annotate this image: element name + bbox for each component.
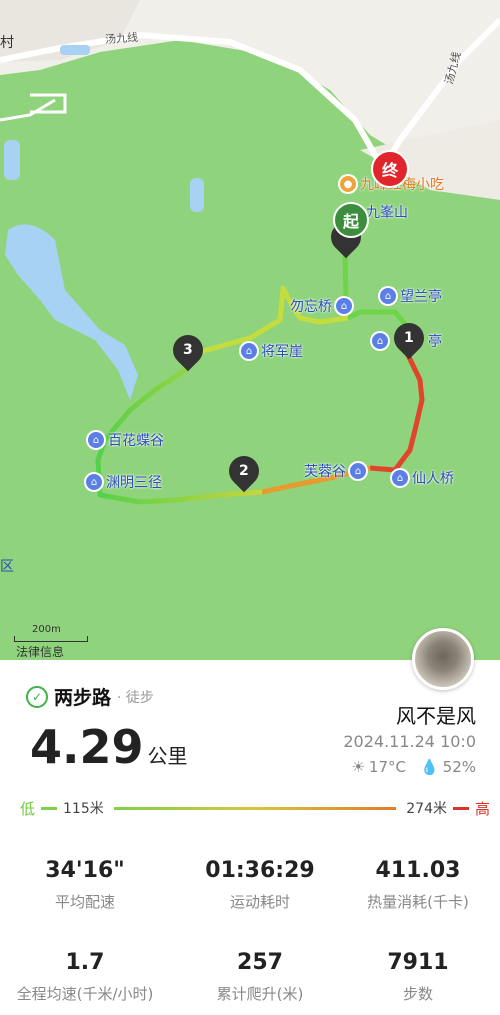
edge-label: 村 — [0, 35, 14, 51]
weather: ☀ 17°C 💧 52% — [351, 758, 476, 776]
user-avatar[interactable] — [412, 628, 474, 690]
humidity-icon: 💧 — [419, 758, 439, 776]
sun-icon: ☀ — [351, 758, 365, 776]
activity-type: · 徒步 — [117, 689, 154, 706]
username: 风不是风 — [396, 704, 476, 728]
stat-calories: 411.03 热量消耗(千卡) — [367, 858, 469, 911]
start-badge[interactable]: 起 — [333, 202, 369, 238]
scenic-icon: ⌂ — [350, 463, 366, 479]
scenic-icon: ⌂ — [380, 288, 396, 304]
scenic-icon: ⌂ — [86, 474, 102, 490]
brand: ✓ 两步路 · 徒步 — [26, 683, 154, 710]
elevation-legend: 低 115米 274米 高 — [20, 797, 490, 819]
elevation-max: 274米 — [406, 801, 447, 817]
distance-unit: 公里 — [147, 744, 188, 768]
district-label: 区 — [0, 559, 14, 575]
brand-name: 两步路 — [54, 687, 112, 709]
food-icon: ● — [340, 176, 356, 192]
elevation-low-label: 低 — [20, 799, 36, 818]
elevation-gradient — [113, 806, 397, 810]
elevation-high-label: 高 — [474, 799, 490, 818]
distance-value: 4.29 — [30, 720, 144, 774]
stat-steps: 7911 步数 — [387, 950, 449, 1003]
stat-duration: 01:36:29 运动耗时 — [205, 858, 315, 911]
poi-baihua[interactable]: ⌂ 百花蝶谷 — [88, 430, 164, 450]
stat-ascent: 257 累计爬升(米) — [216, 950, 304, 1003]
activity-datetime: 2024.11.24 10:0 — [343, 732, 476, 751]
legal-info-link[interactable]: 法律信息 — [16, 643, 64, 660]
scenic-icon: ⌂ — [241, 343, 257, 359]
poi-yuanming[interactable]: ⌂ 渊明三径 — [86, 472, 162, 492]
poi-xianren[interactable]: ⌂ 仙人桥 — [392, 468, 454, 488]
poi-wuwang[interactable]: 勿忘桥 ⌂ — [290, 296, 352, 316]
humidity: 52% — [442, 758, 476, 776]
stat-avg-speed: 1.7 全程均速(千米/小时) — [16, 950, 154, 1003]
map-canvas — [0, 0, 500, 505]
scenic-icon: ⌂ — [88, 432, 104, 448]
route-map[interactable]: 汤九线 汤九线 村 区 ● 九峰红梅小吃 九峯山 ⌂ 望兰亭 勿忘桥 ⌂ ⌂ 将… — [0, 0, 500, 660]
elevation-min: 115米 — [63, 801, 104, 817]
scenic-icon: ⌂ — [372, 333, 388, 349]
map-scale: 200m — [14, 624, 88, 642]
scenic-icon: ⌂ — [336, 298, 352, 314]
poi-wanglan[interactable]: ⌂ 望兰亭 — [380, 286, 442, 306]
distance: 4.29 公里 — [30, 720, 188, 774]
road-label-top: 汤九线 — [104, 30, 139, 47]
poi-jiangjun[interactable]: ⌂ 将军崖 — [241, 341, 303, 361]
scenic-icon: ⌂ — [392, 470, 408, 486]
temperature: 17°C — [368, 758, 406, 776]
brand-logo-icon: ✓ — [26, 685, 48, 708]
stat-avg-pace: 34'16" 平均配速 — [45, 858, 125, 911]
poi-furong[interactable]: 芙蓉谷 ⌂ — [304, 461, 366, 481]
end-badge[interactable]: 终 — [371, 150, 409, 188]
poi-mountain[interactable]: 九峯山 — [366, 202, 408, 222]
